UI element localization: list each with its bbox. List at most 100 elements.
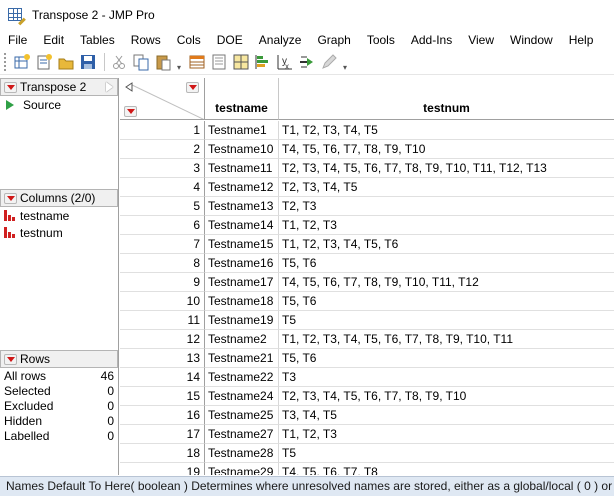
menu-doe[interactable]: DOE <box>209 30 251 50</box>
cell-testnum[interactable]: T1, T2, T3 <box>279 216 614 235</box>
fit-y-by-x-icon[interactable]: yx <box>275 52 295 72</box>
cell-testname[interactable]: Testname25 <box>205 406 279 425</box>
cell-testname[interactable]: Testname28 <box>205 444 279 463</box>
cell-testnum[interactable]: T2, T3, T4, T5 <box>279 178 614 197</box>
source-script-item[interactable]: Source <box>0 96 118 113</box>
row-number[interactable]: 6 <box>120 216 205 235</box>
table-corner[interactable] <box>120 78 205 120</box>
cell-testnum[interactable]: T2, T3, T4, T5, T6, T7, T8, T9, T10, T11… <box>279 159 614 178</box>
table-row[interactable]: 16 Testname25 T3, T4, T5 <box>120 406 614 425</box>
row-number[interactable]: 12 <box>120 330 205 349</box>
menu-file[interactable]: File <box>0 30 35 50</box>
table-row[interactable]: 2 Testname10 T4, T5, T6, T7, T8, T9, T10 <box>120 140 614 159</box>
cell-testname[interactable]: Testname15 <box>205 235 279 254</box>
table-row[interactable]: 6 Testname14 T1, T2, T3 <box>120 216 614 235</box>
column-header-testnum[interactable]: testnum <box>279 78 614 120</box>
cell-testnum[interactable]: T4, T5, T6, T7, T8, T9, T10 <box>279 140 614 159</box>
row-number[interactable]: 16 <box>120 406 205 425</box>
paste-icon[interactable] <box>153 52 173 72</box>
cell-testname[interactable]: Testname22 <box>205 368 279 387</box>
cell-testnum[interactable]: T5 <box>279 311 614 330</box>
cell-testnum[interactable]: T1, T2, T3, T4, T5 <box>279 121 614 140</box>
red-triangle-menu-icon[interactable] <box>4 353 17 365</box>
cell-testnum[interactable]: T2, T3, T4, T5, T6, T7, T8, T9, T10 <box>279 387 614 406</box>
rows-stat-line[interactable]: Hidden 0 <box>4 413 118 428</box>
table-row[interactable]: 3 Testname11 T2, T3, T4, T5, T6, T7, T8, T… <box>120 159 614 178</box>
table-row[interactable]: 14 Testname22 T3 <box>120 368 614 387</box>
cell-testname[interactable]: Testname14 <box>205 216 279 235</box>
row-number[interactable]: 3 <box>120 159 205 178</box>
table-row[interactable]: 9 Testname17 T4, T5, T6, T7, T8, T9, T10, … <box>120 273 614 292</box>
data-table-icon[interactable] <box>187 52 207 72</box>
table-row[interactable]: 1 Testname1 T1, T2, T3, T4, T5 <box>120 121 614 140</box>
rows-stat-line[interactable]: Excluded 0 <box>4 398 118 413</box>
table-row[interactable]: 19 Testname29 T4, T5, T6, T7, T8 <box>120 463 614 475</box>
menu-tools[interactable]: Tools <box>359 30 403 50</box>
menu-addins[interactable]: Add-Ins <box>403 30 460 50</box>
cell-testname[interactable]: Testname17 <box>205 273 279 292</box>
fit-model-icon[interactable] <box>297 52 317 72</box>
cell-testname[interactable]: Testname11 <box>205 159 279 178</box>
cell-testname[interactable]: Testname18 <box>205 292 279 311</box>
rows-stat-line[interactable]: Labelled 0 <box>4 428 118 443</box>
menu-window[interactable]: Window <box>502 30 561 50</box>
cell-testnum[interactable]: T1, T2, T3 <box>279 425 614 444</box>
row-number[interactable]: 4 <box>120 178 205 197</box>
column-header-testname[interactable]: testname <box>205 78 279 120</box>
column-scroll-left-icon[interactable] <box>125 82 133 92</box>
columns-panel-header[interactable]: Columns (2/0) <box>0 189 118 207</box>
column-red-triangle-menu-icon[interactable] <box>186 82 199 93</box>
toolbar-overflow-chevron-icon[interactable]: ▾ <box>175 52 183 72</box>
cell-testnum[interactable]: T3, T4, T5 <box>279 406 614 425</box>
menu-edit[interactable]: Edit <box>35 30 72 50</box>
table-row[interactable]: 18 Testname28 T5 <box>120 444 614 463</box>
cell-testname[interactable]: Testname27 <box>205 425 279 444</box>
cell-testnum[interactable]: T3 <box>279 368 614 387</box>
cell-testnum[interactable]: T5, T6 <box>279 349 614 368</box>
cell-testname[interactable]: Testname29 <box>205 463 279 475</box>
menu-help[interactable]: Help <box>561 30 602 50</box>
cut-icon[interactable] <box>109 52 129 72</box>
row-number[interactable]: 19 <box>120 463 205 475</box>
cell-testname[interactable]: Testname19 <box>205 311 279 330</box>
menu-rows[interactable]: Rows <box>123 30 169 50</box>
cell-testnum[interactable]: T4, T5, T6, T7, T8 <box>279 463 614 475</box>
cell-testnum[interactable]: T2, T3 <box>279 197 614 216</box>
row-number[interactable]: 13 <box>120 349 205 368</box>
new-data-table-icon[interactable] <box>12 52 32 72</box>
row-number[interactable]: 15 <box>120 387 205 406</box>
table-row[interactable]: 15 Testname24 T2, T3, T4, T5, T6, T7, T8, … <box>120 387 614 406</box>
row-number[interactable]: 2 <box>120 140 205 159</box>
row-number[interactable]: 17 <box>120 425 205 444</box>
distribution-icon[interactable] <box>253 52 273 72</box>
graph-builder-icon[interactable] <box>231 52 251 72</box>
table-row[interactable]: 10 Testname18 T5, T6 <box>120 292 614 311</box>
cell-testnum[interactable]: T1, T2, T3, T4, T5, T6, T7, T8, T9, T10,… <box>279 330 614 349</box>
table-panel-header[interactable]: Transpose 2 <box>0 78 118 96</box>
table-row[interactable]: 4 Testname12 T2, T3, T4, T5 <box>120 178 614 197</box>
menu-view[interactable]: View <box>460 30 502 50</box>
row-number[interactable]: 11 <box>120 311 205 330</box>
row-red-triangle-menu-icon[interactable] <box>124 106 137 117</box>
menu-graph[interactable]: Graph <box>309 30 358 50</box>
column-list-item[interactable]: testname <box>0 207 118 224</box>
table-row[interactable]: 13 Testname21 T5, T6 <box>120 349 614 368</box>
cell-testname[interactable]: Testname13 <box>205 197 279 216</box>
red-triangle-menu-icon[interactable] <box>4 192 17 204</box>
menu-cols[interactable]: Cols <box>169 30 209 50</box>
cell-testname[interactable]: Testname21 <box>205 349 279 368</box>
cell-testname[interactable]: Testname2 <box>205 330 279 349</box>
table-row[interactable]: 5 Testname13 T2, T3 <box>120 197 614 216</box>
row-number[interactable]: 10 <box>120 292 205 311</box>
copy-icon[interactable] <box>131 52 151 72</box>
toolbar-grip[interactable] <box>4 53 8 71</box>
journal-icon[interactable] <box>209 52 229 72</box>
table-row[interactable]: 17 Testname27 T1, T2, T3 <box>120 425 614 444</box>
cell-testnum[interactable]: T5 <box>279 444 614 463</box>
open-file-icon[interactable] <box>56 52 76 72</box>
cell-testname[interactable]: Testname24 <box>205 387 279 406</box>
cell-testnum[interactable]: T5, T6 <box>279 254 614 273</box>
rows-stat-line[interactable]: Selected 0 <box>4 383 118 398</box>
cell-testname[interactable]: Testname16 <box>205 254 279 273</box>
rows-panel-header[interactable]: Rows <box>0 350 118 368</box>
